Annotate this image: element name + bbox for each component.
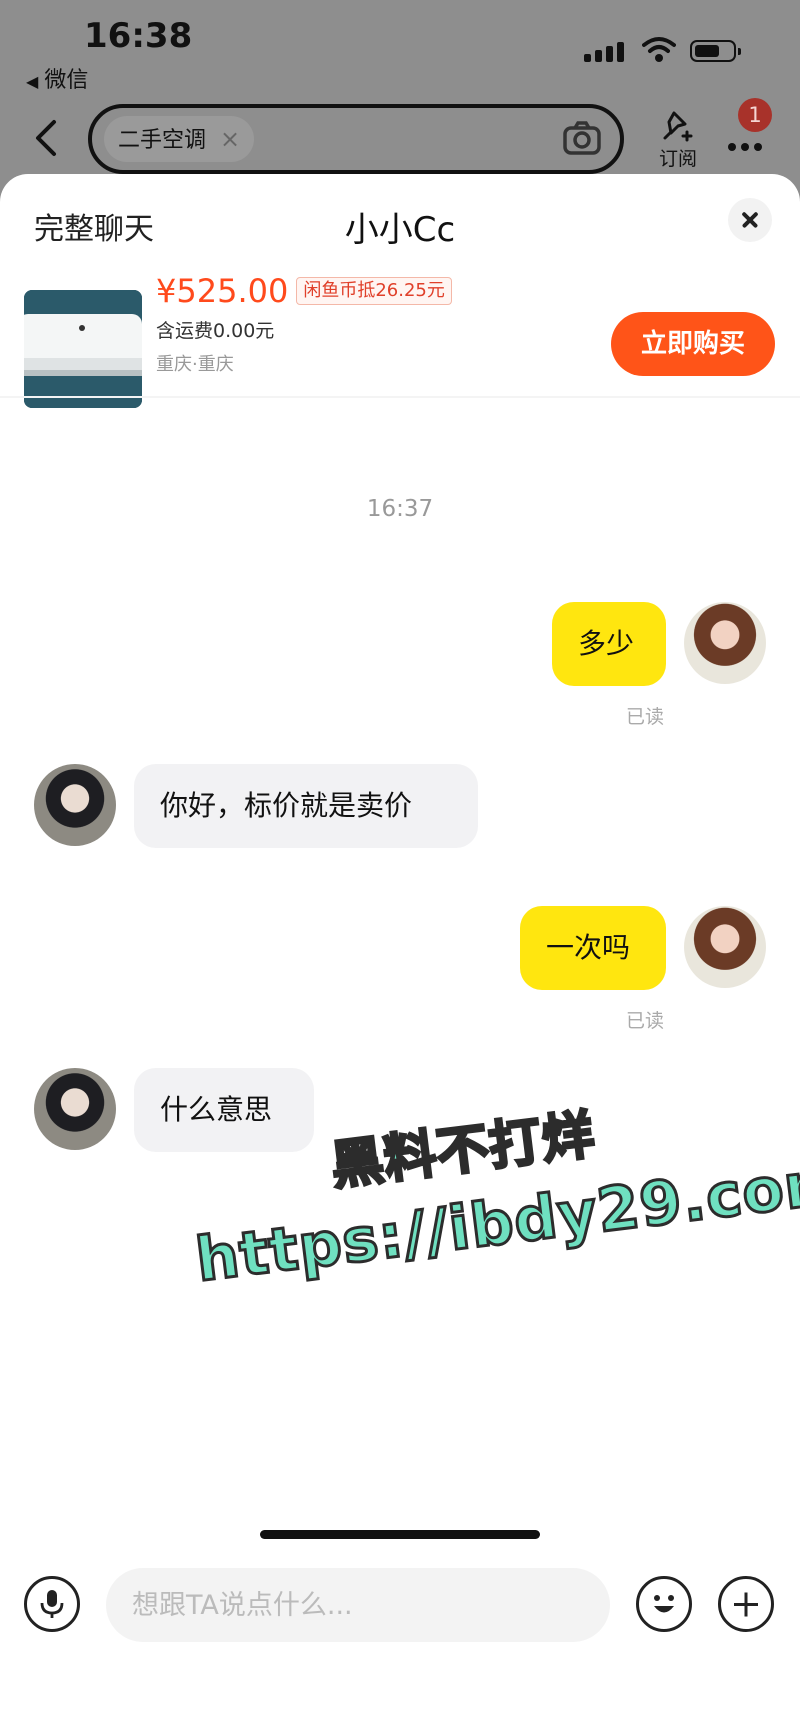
- subscribe-icon: [663, 111, 693, 142]
- product-price: ¥525.00: [156, 272, 289, 310]
- notification-badge: 1: [738, 98, 772, 132]
- signal-icon: [584, 40, 628, 62]
- read-status: 已读: [626, 1010, 665, 1032]
- battery-icon: [690, 40, 741, 62]
- more-icon[interactable]: [728, 136, 767, 155]
- price-row: ¥525.00 闲鱼币抵26.25元: [156, 272, 452, 310]
- shipping-fee: 含运费0.00元: [156, 320, 275, 342]
- back-triangle-icon: ◀: [26, 72, 39, 91]
- back-app-label: 微信: [44, 68, 89, 93]
- camera-icon[interactable]: [562, 120, 602, 160]
- read-status: 已读: [626, 706, 665, 728]
- search-query-text: 二手空调: [118, 128, 207, 153]
- chat-header: 完整聊天 小小Cc: [0, 174, 800, 270]
- status-bar: 16:38 ◀ 微信: [0, 0, 800, 93]
- search-box[interactable]: 二手空调 ×: [88, 104, 624, 174]
- contact-avatar[interactable]: [34, 764, 116, 846]
- emoji-icon[interactable]: [636, 1576, 692, 1632]
- chat-sheet: 完整聊天 小小Cc ¥525.00 闲鱼币抵26.25元 含运费0.00元 重庆·…: [0, 174, 800, 1732]
- my-avatar[interactable]: [684, 906, 766, 988]
- search-row: 二手空调 × 订阅: [0, 96, 800, 176]
- input-bar: [0, 1554, 800, 1654]
- contact-name: 小小Cc: [344, 210, 456, 250]
- product-location: 重庆·重庆: [156, 354, 234, 375]
- my-avatar[interactable]: [684, 602, 766, 684]
- coin-discount-tag: 闲鱼币抵26.25元: [296, 277, 452, 305]
- message-bubble-other[interactable]: 你好，标价就是卖价: [134, 764, 478, 848]
- subscribe-label: 订阅: [658, 148, 697, 170]
- chip-clear-icon[interactable]: ×: [220, 125, 240, 153]
- search-query-chip[interactable]: 二手空调 ×: [104, 116, 255, 162]
- message-timestamp: 16:37: [366, 496, 434, 522]
- contact-avatar[interactable]: [34, 1068, 116, 1150]
- message-bubble-other[interactable]: 什么意思: [134, 1068, 314, 1152]
- message-bubble-mine[interactable]: 一次吗: [520, 906, 666, 990]
- product-image[interactable]: [24, 290, 142, 408]
- divider: [0, 396, 800, 398]
- message-input[interactable]: [106, 1568, 610, 1642]
- mic-icon[interactable]: [24, 1576, 80, 1632]
- close-icon[interactable]: [728, 198, 772, 242]
- back-chevron-icon[interactable]: [32, 118, 58, 162]
- status-time: 16:38: [84, 16, 193, 56]
- wifi-icon: [642, 36, 676, 68]
- subscribe-button[interactable]: 订阅: [650, 110, 706, 171]
- message-bubble-mine[interactable]: 多少: [552, 602, 666, 686]
- back-to-wechat[interactable]: ◀ 微信: [26, 62, 88, 94]
- buy-now-button[interactable]: 立即购买: [611, 312, 775, 376]
- home-indicator: [260, 1530, 540, 1539]
- plus-icon[interactable]: [718, 1576, 774, 1632]
